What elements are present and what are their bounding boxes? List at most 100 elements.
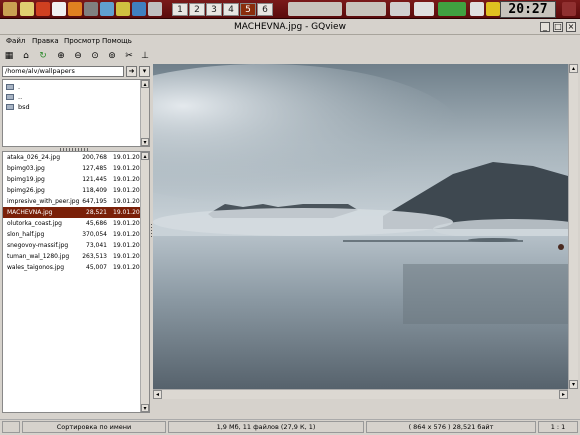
file-name: snegovoy-massif.jpg: [7, 242, 69, 249]
file-size: 73,041: [86, 242, 107, 249]
table-row[interactable]: olutorka_coast.jpg 45,686 19.01.20: [3, 218, 141, 229]
printer-icon[interactable]: [84, 2, 98, 16]
refresh-icon[interactable]: ↻: [37, 50, 49, 62]
table-row[interactable]: ataka_026_24.jpg 200,768 19.01.20: [3, 152, 141, 163]
file-name: slon_half.jpg: [7, 231, 45, 238]
path-input[interactable]: /home/alv/wallpapers: [2, 66, 124, 77]
file-size: 45,686: [86, 220, 107, 227]
workspace-2[interactable]: 2: [189, 3, 205, 16]
scroll-up-icon[interactable]: ▴: [141, 80, 149, 88]
toolbar: ▦ ⌂ ↻ ⊕ ⊖ ⊙ ⊚ ✂ ⊥: [0, 48, 152, 64]
table-row[interactable]: tuman_wal_1280.jpg 263,513 19.01.20: [3, 251, 141, 262]
workspace-5[interactable]: 5: [240, 3, 256, 16]
scroll-left-icon[interactable]: ◂: [153, 390, 162, 399]
zoom-in-icon[interactable]: ⊕: [55, 50, 67, 62]
zoom-out-icon[interactable]: ⊖: [72, 50, 84, 62]
go-arrow-icon[interactable]: ➜: [126, 66, 137, 77]
taskbar-buttons[interactable]: [288, 2, 342, 16]
file-size: 370,054: [82, 231, 107, 238]
workspace-6[interactable]: 6: [257, 3, 273, 16]
viewer-vertical-scrollbar[interactable]: ▴ ▾: [568, 64, 578, 389]
menu-help[interactable]: Помощь: [102, 37, 132, 45]
scroll-down-icon[interactable]: ▾: [569, 380, 578, 389]
close-icon[interactable]: ×: [566, 22, 576, 32]
folder-icon: [6, 84, 14, 90]
path-history-dropdown[interactable]: ▾: [139, 66, 150, 77]
bulb-icon[interactable]: [486, 2, 500, 16]
menu-edit[interactable]: Правка: [32, 37, 59, 45]
minimize-icon[interactable]: _: [540, 22, 550, 32]
image-info: ( 864 x 576 ) 28,521 байт: [366, 421, 536, 433]
file-list: ataka_026_24.jpg 200,768 19.01.20 bpimg03.j…: [2, 151, 150, 413]
folder-name: ..: [18, 93, 23, 101]
file-scrollbar[interactable]: ▴ ▾: [140, 152, 149, 412]
document-icon[interactable]: [52, 2, 66, 16]
table-row[interactable]: bpimg03.jpg 127,485 19.01.20: [3, 163, 141, 174]
text-editor-icon[interactable]: [116, 2, 130, 16]
thumbnails-icon[interactable]: ▦: [3, 50, 15, 62]
sort-button[interactable]: Сортировка по имени: [22, 421, 166, 433]
menu-view[interactable]: Просмотр: [64, 37, 100, 45]
file-name: impresive_with_peer.jpg: [7, 198, 80, 205]
main-menu-icon[interactable]: [3, 2, 17, 16]
maximize-icon[interactable]: □: [553, 22, 563, 32]
file-name: MACHEVNA.jpg: [7, 209, 53, 216]
status-bar: Сортировка по имени 1,9 Мб, 11 файлов (2…: [0, 419, 580, 433]
viewer-horizontal-scrollbar[interactable]: ◂ ▸: [153, 389, 568, 399]
menu-file[interactable]: Файл: [6, 37, 25, 45]
table-row[interactable]: slon_half.jpg 370,054 19.01.20: [3, 229, 141, 240]
file-name: bpimg19.jpg: [7, 176, 45, 183]
gear-icon[interactable]: [148, 2, 162, 16]
file-date: 19.01.20: [113, 198, 140, 205]
home-icon[interactable]: [36, 2, 50, 16]
taskbar-window[interactable]: [390, 2, 410, 16]
table-row[interactable]: wales_taigonos.jpg 45,007 19.01.20: [3, 262, 141, 273]
table-row[interactable]: MACHEVNA.jpg 28,521 19.01.20: [3, 207, 141, 218]
file-size: 127,485: [82, 165, 107, 172]
file-name: bpimg03.jpg: [7, 165, 45, 172]
tools-icon[interactable]: ✂: [123, 50, 135, 62]
window-titlebar[interactable]: MACHEVNA.jpg - GQview _ □ ×: [0, 19, 580, 35]
folder-item[interactable]: .: [6, 82, 20, 92]
taskbar-monitor[interactable]: [414, 2, 434, 16]
zoom-1-1-icon[interactable]: ⊙: [89, 50, 101, 62]
folder-name: .: [18, 83, 21, 91]
folder-item[interactable]: ..: [6, 92, 22, 102]
sun-icon[interactable]: [20, 2, 34, 16]
scroll-down-icon[interactable]: ▾: [141, 404, 149, 412]
table-row[interactable]: snegovoy-massif.jpg 73,041 19.01.20: [3, 240, 141, 251]
workspace-3[interactable]: 3: [206, 3, 222, 16]
scroll-up-icon[interactable]: ▴: [569, 64, 578, 73]
taskbar-file-manager[interactable]: [346, 2, 386, 16]
clock: 20:27: [500, 1, 556, 18]
table-row[interactable]: bpimg19.jpg 121,445 19.01.20: [3, 174, 141, 185]
file-date: 19.01.20: [113, 154, 140, 161]
mail-icon[interactable]: [100, 2, 114, 16]
menu-bar: Файл Правка Просмотр Помощь: [0, 36, 152, 47]
workspace-1[interactable]: 1: [172, 3, 188, 16]
pin-icon[interactable]: ⊥: [139, 50, 151, 62]
image-display: [153, 64, 568, 389]
firefox-icon[interactable]: [68, 2, 82, 16]
file-date: 19.01.20: [113, 220, 140, 227]
status-grip: [2, 421, 20, 433]
file-size: 28,521: [86, 209, 107, 216]
image-viewer[interactable]: ▴ ▾ ◂ ▸: [153, 64, 580, 414]
notes-icon[interactable]: [470, 2, 484, 16]
zoom-level: 1 : 1: [538, 421, 578, 433]
file-date: 19.01.20: [113, 187, 140, 194]
home-folder-icon[interactable]: ⌂: [20, 50, 32, 62]
network-icon[interactable]: [132, 2, 146, 16]
folder-item[interactable]: bsd: [6, 102, 30, 112]
scroll-down-icon[interactable]: ▾: [141, 138, 149, 146]
table-row[interactable]: impresive_with_peer.jpg 647,195 19.01.20: [3, 196, 141, 207]
scroll-right-icon[interactable]: ▸: [559, 390, 568, 399]
table-row[interactable]: bpimg26.jpg 118,409 19.01.20: [3, 185, 141, 196]
folder-scrollbar[interactable]: ▴ ▾: [140, 80, 149, 146]
workspace-4[interactable]: 4: [223, 3, 239, 16]
system-monitor-icon: [438, 2, 466, 16]
file-name: tuman_wal_1280.jpg: [7, 253, 70, 260]
zoom-fit-icon[interactable]: ⊚: [106, 50, 118, 62]
file-summary: 1,9 Мб, 11 файлов (27,9 К, 1): [168, 421, 364, 433]
scroll-up-icon[interactable]: ▴: [141, 152, 149, 160]
